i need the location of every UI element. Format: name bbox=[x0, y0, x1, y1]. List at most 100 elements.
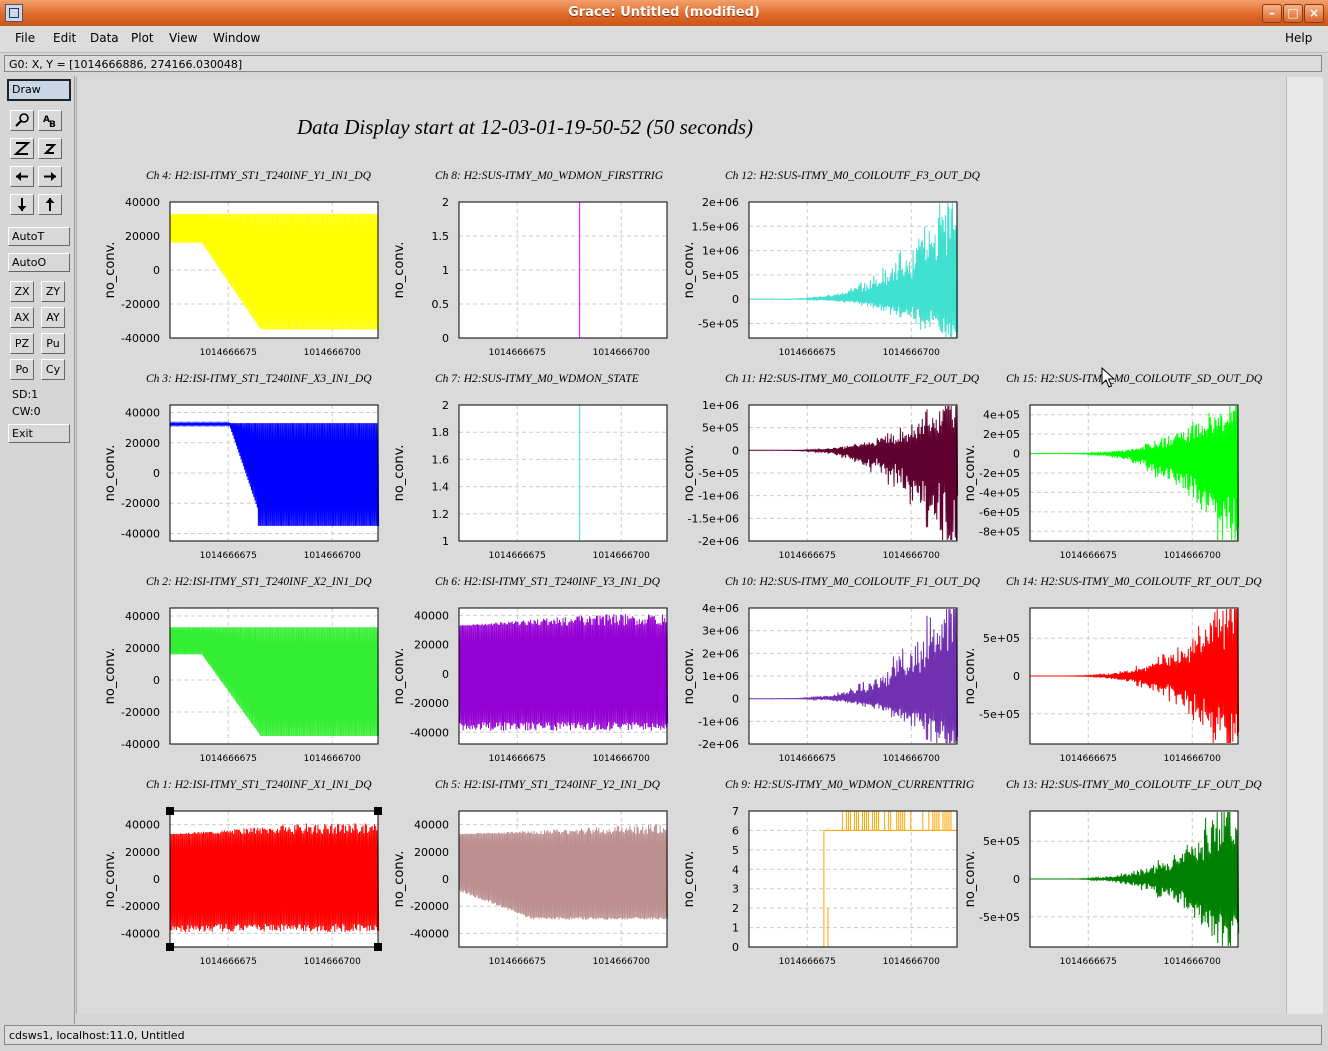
y-axis-label: no_conv. bbox=[103, 648, 118, 705]
x-tick-label: 1014666700 bbox=[304, 551, 362, 561]
y-tick-label: 20000 bbox=[414, 639, 449, 652]
plot-area bbox=[749, 811, 957, 947]
y-tick-label: 40000 bbox=[414, 609, 449, 622]
status-bar: cdsws1, localhost:11.0, Untitled bbox=[4, 1025, 1322, 1045]
selection-handle bbox=[374, 943, 382, 951]
y-tick-label: 20000 bbox=[125, 642, 160, 655]
y-tick-label: 0 bbox=[153, 467, 160, 480]
y-tick-label: -6e+05 bbox=[979, 506, 1020, 519]
y-tick-label: -20000 bbox=[121, 298, 160, 311]
y-tick-label: 5e+05 bbox=[702, 269, 739, 282]
y-tick-label: -5e+05 bbox=[979, 911, 1020, 924]
y-axis-label: no_conv. bbox=[682, 445, 697, 502]
y-tick-label: 1.5e+06 bbox=[692, 220, 739, 233]
x-tick-label: 1014666675 bbox=[779, 551, 836, 561]
plot-panel[interactable]: 40000 20000 0 -20000 -40000 1014666675 1014666… bbox=[103, 170, 380, 358]
y-tick-label: 1.8 bbox=[432, 426, 450, 439]
plot-panel[interactable]: 2 1.5 1 0.5 0 1014666675 1014666700 no_conv. Ch … bbox=[392, 170, 668, 358]
plot-area bbox=[459, 405, 667, 541]
x-tick-label: 1014666700 bbox=[883, 754, 941, 764]
plot-panel[interactable]: 4e+05 2e+05 0 -2e+05 -4e+05 -6e+05 -8e+05 10146… bbox=[963, 373, 1263, 561]
plot-panel[interactable]: 40000 20000 0 -20000 -40000 1014666675 1014666… bbox=[392, 779, 669, 967]
plot-panel[interactable]: 2e+06 1.5e+06 1e+06 5e+05 0 -5e+05 1014666675 1… bbox=[682, 170, 981, 358]
y-tick-label: -2e+06 bbox=[698, 535, 739, 548]
y-tick-label: -5e+05 bbox=[698, 467, 739, 480]
y-axis-label: no_conv. bbox=[103, 851, 118, 908]
y-tick-label: 0 bbox=[732, 293, 739, 306]
panel-title: Ch 7: H2:SUS-ITMY_M0_WDMON_STATE bbox=[435, 373, 639, 385]
y-tick-label: 20000 bbox=[125, 230, 160, 243]
canvas-title: Data Display start at 12-03-01-19-50-52 … bbox=[296, 115, 753, 139]
x-tick-label: 1014666675 bbox=[200, 754, 257, 764]
plot-panel[interactable]: 40000 20000 0 -20000 -40000 1014666675 1014666… bbox=[103, 779, 382, 967]
y-axis-label: no_conv. bbox=[682, 242, 697, 299]
plot-panel[interactable]: 40000 20000 0 -20000 -40000 1014666675 1014666… bbox=[103, 373, 380, 561]
panel-title: Ch 2: H2:ISI-ITMY_ST1_T240INF_X2_IN1_DQ bbox=[146, 576, 372, 588]
plot-panel[interactable]: 7 6 5 4 3 2 1 0 1014666675 1014666700 no_conv. Ch 9… bbox=[682, 779, 975, 967]
x-tick-label: 1014666675 bbox=[1060, 957, 1117, 967]
selection-handle bbox=[166, 943, 174, 951]
plot-panel[interactable]: 1e+06 5e+05 0 -5e+05 -1e+06 -1.5e+06 -2e+06 101… bbox=[682, 373, 980, 561]
y-tick-label: 40000 bbox=[125, 196, 160, 209]
plot-panel[interactable]: 5e+05 0 -5e+05 1014666675 1014666700 no_conv.… bbox=[963, 779, 1262, 967]
panel-title: Ch 4: H2:ISI-ITMY_ST1_T240INF_Y1_IN1_DQ bbox=[146, 170, 372, 182]
y-tick-label: -1e+06 bbox=[698, 490, 739, 503]
x-tick-label: 1014666675 bbox=[489, 957, 546, 967]
panel-title: Ch 12: H2:SUS-ITMY_M0_COILOUTF_F3_OUT_DQ bbox=[725, 170, 981, 182]
selection-handle bbox=[166, 807, 174, 815]
x-tick-label: 1014666675 bbox=[489, 754, 546, 764]
y-tick-label: 1.2 bbox=[432, 508, 450, 521]
y-tick-label: -20000 bbox=[121, 497, 160, 510]
x-tick-label: 1014666675 bbox=[1060, 754, 1117, 764]
y-tick-label: 1 bbox=[442, 535, 449, 548]
selection-handle bbox=[374, 807, 382, 815]
y-tick-label: -5e+05 bbox=[698, 317, 739, 330]
x-tick-label: 1014666700 bbox=[593, 754, 651, 764]
y-tick-label: 0 bbox=[732, 941, 739, 954]
y-tick-label: 1e+06 bbox=[702, 399, 739, 412]
x-tick-label: 1014666675 bbox=[200, 348, 257, 358]
y-tick-label: -40000 bbox=[410, 927, 449, 940]
y-axis-label: no_conv. bbox=[392, 445, 407, 502]
y-tick-label: 5e+05 bbox=[983, 632, 1020, 645]
x-tick-label: 1014666675 bbox=[489, 348, 546, 358]
y-tick-label: -8e+05 bbox=[979, 525, 1020, 538]
panel-title: Ch 6: H2:ISI-ITMY_ST1_T240INF_Y3_IN1_DQ bbox=[435, 576, 661, 588]
x-tick-label: 1014666700 bbox=[1164, 957, 1222, 967]
panel-title: Ch 3: H2:ISI-ITMY_ST1_T240INF_X3_IN1_DQ bbox=[146, 373, 372, 385]
y-tick-label: 0 bbox=[1013, 670, 1020, 683]
x-tick-label: 1014666675 bbox=[779, 754, 836, 764]
panel-title: Ch 8: H2:SUS-ITMY_M0_WDMON_FIRSTTRIG bbox=[435, 170, 664, 182]
y-tick-label: 2 bbox=[732, 902, 739, 915]
plot-panel[interactable]: 2 1.8 1.6 1.4 1.2 1 1014666675 1014666700 no_con… bbox=[392, 373, 668, 561]
y-tick-label: 0 bbox=[153, 873, 160, 886]
x-tick-label: 1014666675 bbox=[200, 551, 257, 561]
y-tick-label: -40000 bbox=[121, 738, 160, 751]
x-tick-label: 1014666700 bbox=[1164, 551, 1222, 561]
mouse-cursor-icon bbox=[1101, 366, 1116, 388]
x-tick-label: 1014666700 bbox=[593, 957, 651, 967]
y-tick-label: -40000 bbox=[121, 927, 160, 940]
data-trace bbox=[458, 614, 669, 731]
x-tick-label: 1014666700 bbox=[1164, 754, 1222, 764]
panel-title: Ch 13: H2:SUS-ITMY_M0_COILOUTF_LF_OUT_DQ bbox=[1006, 779, 1262, 791]
x-tick-label: 1014666675 bbox=[779, 348, 836, 358]
x-tick-label: 1014666700 bbox=[883, 551, 941, 561]
y-tick-label: -40000 bbox=[121, 527, 160, 540]
y-tick-label: 0.5 bbox=[432, 298, 450, 311]
y-tick-label: 40000 bbox=[414, 819, 449, 832]
y-tick-label: 7 bbox=[732, 805, 739, 818]
y-tick-label: 0 bbox=[153, 674, 160, 687]
plot-panel[interactable]: 40000 20000 0 -20000 -40000 1014666675 1014666… bbox=[103, 576, 380, 764]
x-tick-label: 1014666700 bbox=[304, 348, 362, 358]
plot-panel[interactable]: 5e+05 0 -5e+05 1014666675 1014666700 no_conv.… bbox=[963, 576, 1262, 764]
y-tick-label: -20000 bbox=[121, 706, 160, 719]
plot-panel[interactable]: 40000 20000 0 -20000 -40000 1014666675 1014666… bbox=[392, 576, 669, 764]
x-tick-label: 1014666700 bbox=[304, 957, 362, 967]
y-tick-label: -2e+06 bbox=[698, 738, 739, 751]
y-tick-label: 0 bbox=[732, 693, 739, 706]
y-tick-label: 40000 bbox=[125, 819, 160, 832]
plot-panel[interactable]: 4e+06 3e+06 2e+06 1e+06 0 -1e+06 -2e+06 1014666… bbox=[682, 576, 981, 764]
y-tick-label: 3 bbox=[732, 883, 739, 896]
y-tick-label: 1e+06 bbox=[702, 245, 739, 258]
